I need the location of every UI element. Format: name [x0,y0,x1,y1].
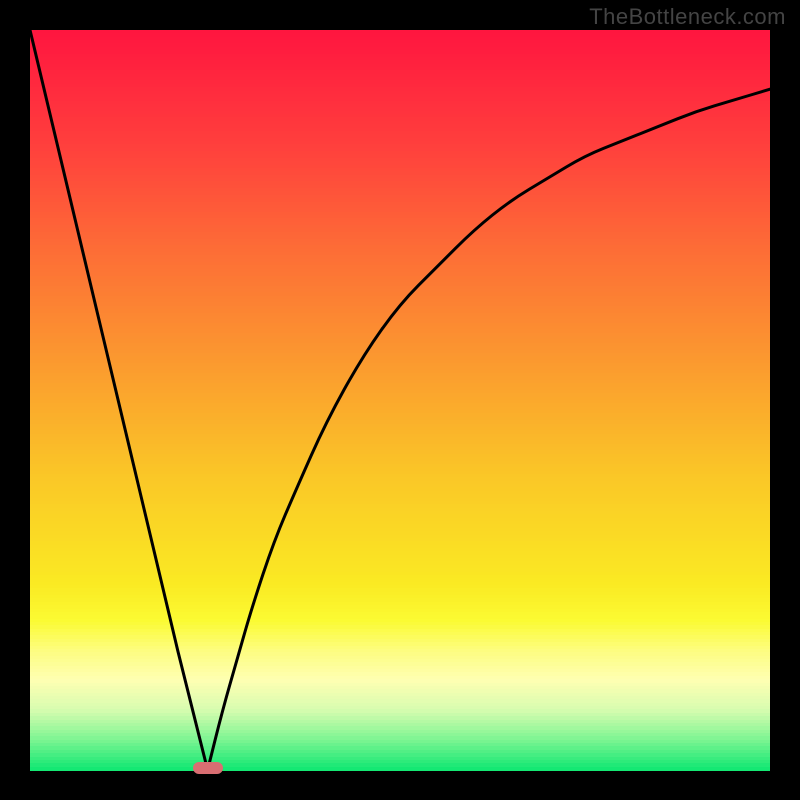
curve-layer [30,30,770,770]
figure-root: TheBottleneck.com [0,0,800,800]
watermark-text: TheBottleneck.com [589,4,786,30]
minimum-marker [193,762,223,774]
plot-area [30,30,770,770]
bottleneck-curve [30,30,770,770]
